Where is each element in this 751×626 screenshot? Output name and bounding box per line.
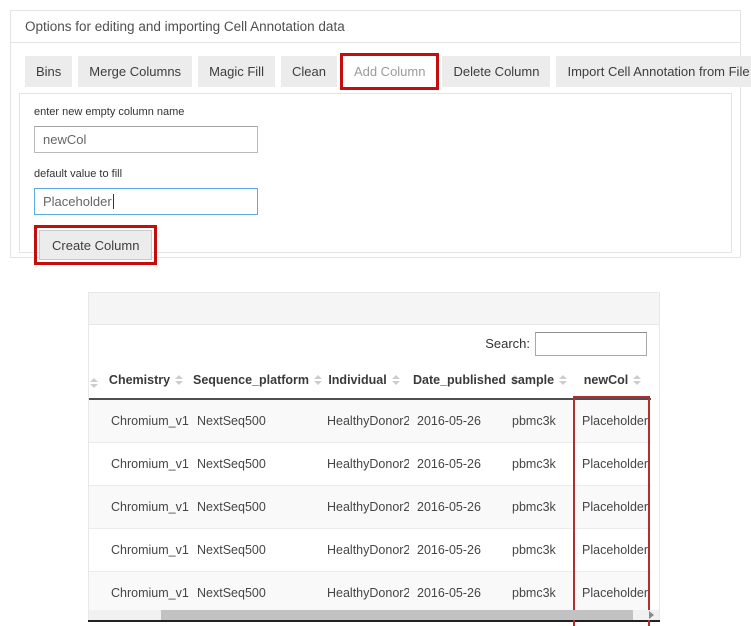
table-cell-cutoff [89, 529, 103, 572]
table-body: Chromium_v1NextSeq500HealthyDonor22016-0… [89, 399, 651, 614]
annotation-table: Chemistry Sequence_platform Individual Date… [89, 362, 651, 614]
column-name-input[interactable] [34, 126, 258, 153]
table-cell: HealthyDonor2 [319, 399, 409, 443]
table-row: Chromium_v1NextSeq500HealthyDonor22016-0… [89, 529, 651, 572]
table-cell: 2016-05-26 [409, 399, 504, 443]
sort-icon [633, 375, 641, 385]
column-header-individual[interactable]: Individual [319, 362, 409, 399]
column-header-date-published[interactable]: Date_published [409, 362, 504, 399]
tab-clean[interactable]: Clean [281, 56, 337, 87]
table-cell: Chromium_v1 [103, 443, 189, 486]
table-cell: Chromium_v1 [103, 399, 189, 443]
sort-icon [392, 375, 400, 385]
horizontal-scrollbar-thumb[interactable] [161, 610, 633, 620]
search-row: Search: [89, 325, 659, 362]
search-label: Search: [485, 336, 530, 351]
table-area: Search: Chemistry Sequence_platform Indivi… [88, 325, 660, 610]
table-cell: pbmc3k [504, 572, 574, 615]
table-cell: Placeholder [574, 529, 651, 572]
table-bottom-border [88, 620, 660, 622]
table-row: Chromium_v1NextSeq500HealthyDonor22016-0… [89, 486, 651, 529]
column-header-label: Date_published [413, 373, 506, 387]
column-header-newcol[interactable]: newCol [574, 362, 651, 399]
table-cell: 2016-05-26 [409, 572, 504, 615]
table-row: Chromium_v1NextSeq500HealthyDonor22016-0… [89, 572, 651, 615]
tab-bins[interactable]: Bins [25, 56, 72, 87]
column-header-chemistry[interactable]: Chemistry [103, 362, 189, 399]
table-cell-cutoff [89, 443, 103, 486]
column-header-label: sample [511, 373, 554, 387]
sort-icon [314, 375, 322, 385]
table-cell: 2016-05-26 [409, 443, 504, 486]
text-cursor [113, 194, 114, 209]
table-row: Chromium_v1NextSeq500HealthyDonor22016-0… [89, 399, 651, 443]
table-cell: pbmc3k [504, 486, 574, 529]
table-cell: NextSeq500 [189, 399, 319, 443]
column-header-label: Sequence_platform [193, 373, 309, 387]
tab-magic-fill[interactable]: Magic Fill [198, 56, 275, 87]
table-cell: NextSeq500 [189, 572, 319, 615]
column-name-label: enter new empty column name [34, 106, 717, 118]
create-column-annotation: Create Column [34, 225, 157, 265]
table-toolbar [88, 292, 660, 325]
default-value-text: Placeholder [43, 194, 112, 209]
table-cell: NextSeq500 [189, 443, 319, 486]
create-column-button[interactable]: Create Column [39, 230, 152, 260]
table-panel: Search: Chemistry Sequence_platform Indivi… [88, 292, 660, 612]
column-header-label: Chemistry [109, 373, 170, 387]
table-cell: Placeholder [574, 486, 651, 529]
table-cell-cutoff [89, 572, 103, 615]
column-header-label: newCol [584, 373, 628, 387]
table-cell: pbmc3k [504, 529, 574, 572]
table-cell: Placeholder [574, 443, 651, 486]
column-header-label: Individual [328, 373, 386, 387]
table-cell: NextSeq500 [189, 529, 319, 572]
default-value-input[interactable]: Placeholder [34, 188, 258, 215]
table-cell-cutoff [89, 486, 103, 529]
table-cell: 2016-05-26 [409, 529, 504, 572]
tab-import-cell-annotation-from-file[interactable]: Import Cell Annotation from File [556, 56, 751, 87]
column-header-sequence-platform[interactable]: Sequence_platform [189, 362, 319, 399]
panel-title: Options for editing and importing Cell A… [11, 11, 740, 43]
table-cell: HealthyDonor2 [319, 572, 409, 615]
table-cell: HealthyDonor2 [319, 443, 409, 486]
table-row: Chromium_v1NextSeq500HealthyDonor22016-0… [89, 443, 651, 486]
sort-icon [90, 378, 98, 388]
horizontal-scrollbar[interactable] [88, 610, 660, 620]
table-cell: pbmc3k [504, 399, 574, 443]
scroll-right-button[interactable] [645, 610, 657, 620]
table-cell: Chromium_v1 [103, 486, 189, 529]
tab-bar: BinsMerge ColumnsMagic FillCleanAdd Colu… [25, 56, 740, 87]
table-cell: HealthyDonor2 [319, 529, 409, 572]
column-header-sample[interactable]: sample [504, 362, 574, 399]
tab-add-column[interactable]: Add Column [343, 56, 437, 87]
default-value-label: default value to fill [34, 168, 717, 180]
table-cell: Placeholder [574, 572, 651, 615]
table-cell: HealthyDonor2 [319, 486, 409, 529]
table-cell: Chromium_v1 [103, 572, 189, 615]
tab-merge-columns[interactable]: Merge Columns [78, 56, 192, 87]
options-panel: Options for editing and importing Cell A… [10, 10, 741, 258]
sort-icon [175, 375, 183, 385]
table-header-row: Chemistry Sequence_platform Individual Date… [89, 362, 651, 399]
add-column-tab-content: enter new empty column name default valu… [19, 93, 732, 253]
table-cell: 2016-05-26 [409, 486, 504, 529]
sort-icon [559, 375, 567, 385]
table-cell: Placeholder [574, 399, 651, 443]
page: Options for editing and importing Cell A… [0, 0, 751, 626]
search-input[interactable] [535, 332, 647, 356]
table-cell: NextSeq500 [189, 486, 319, 529]
column-header-cutoff[interactable] [89, 362, 103, 399]
table-cell: pbmc3k [504, 443, 574, 486]
table-cell-cutoff [89, 399, 103, 443]
table-cell: Chromium_v1 [103, 529, 189, 572]
tab-delete-column[interactable]: Delete Column [442, 56, 550, 87]
